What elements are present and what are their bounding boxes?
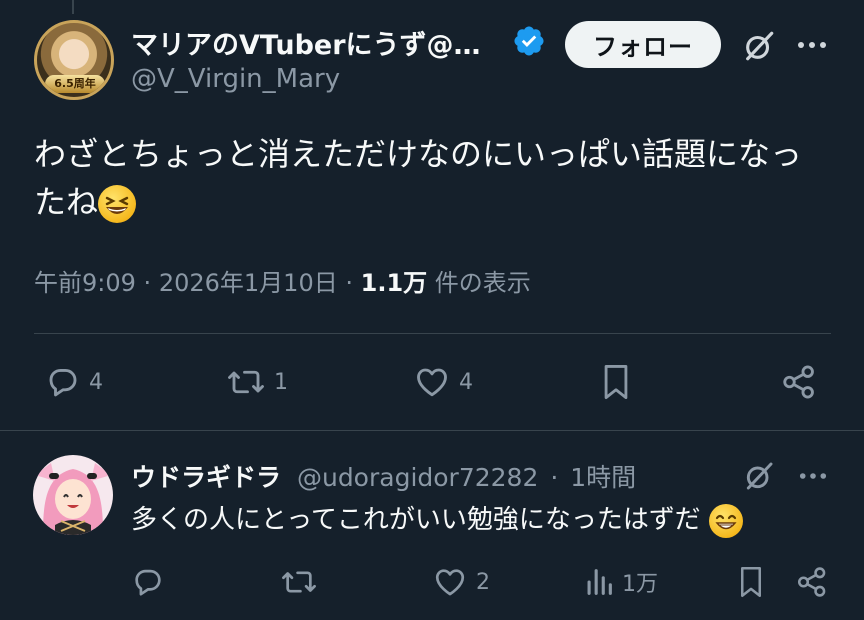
- grok-icon[interactable]: [741, 458, 777, 494]
- like-button[interactable]: 4: [413, 364, 473, 400]
- reply-share-button[interactable]: [795, 563, 829, 601]
- reply-like-count: 2: [476, 569, 490, 595]
- reply-header: ウドラギドラ @udoragidor72282 · 1時間: [131, 458, 636, 494]
- more-options-icon[interactable]: [795, 30, 829, 60]
- heart-icon: [417, 368, 447, 397]
- retweet-button[interactable]: 1: [226, 364, 288, 400]
- grinning-squinting-face-icon: [98, 185, 137, 223]
- reply-button[interactable]: 4: [45, 364, 103, 400]
- grok-glyph-icon: [746, 31, 774, 61]
- author-avatar[interactable]: 6.5周年: [34, 20, 114, 100]
- bookmark-button[interactable]: [599, 362, 633, 402]
- like-count: 4: [459, 369, 473, 395]
- meta-separator: ·: [143, 269, 152, 297]
- tweet-meta: 午前9:09 · 2026年1月10日 · 1.1万 件の表示: [34, 263, 531, 298]
- avatar-anniversary-badge: 6.5周年: [45, 75, 105, 93]
- reply-text-content: 多くの人にとってこれがいい勉強になったはずだ: [131, 505, 701, 535]
- reply-views-button[interactable]: 1万: [584, 565, 658, 599]
- tweet-time[interactable]: 午前9:09: [34, 269, 136, 297]
- reply-author-name[interactable]: ウドラギドラ: [131, 463, 281, 492]
- reply-icon: [135, 569, 161, 596]
- meta-separator: ·: [550, 463, 559, 492]
- author-handle[interactable]: @V_Virgin_Mary: [131, 64, 340, 94]
- views-count: 1.1万: [360, 269, 428, 297]
- reply-bookmark-button[interactable]: [736, 563, 766, 601]
- heart-icon: [435, 569, 465, 596]
- reply-retweet-button[interactable]: [280, 565, 326, 599]
- reply-like-button[interactable]: 2: [432, 565, 490, 599]
- share-icon: [797, 567, 826, 597]
- share-button[interactable]: [780, 362, 818, 402]
- bookmark-icon: [741, 567, 761, 597]
- follow-button[interactable]: フォロー: [565, 21, 721, 68]
- meta-separator: ·: [345, 269, 353, 297]
- share-icon: [783, 365, 814, 399]
- reply-author-avatar[interactable]: [33, 455, 113, 535]
- more-options-icon[interactable]: [797, 464, 829, 488]
- retweet-icon: [282, 571, 316, 593]
- tweet-date[interactable]: 2026年1月10日: [159, 269, 338, 297]
- retweet-count: 1: [274, 369, 288, 395]
- analytics-icon: [587, 569, 612, 595]
- grok-glyph-icon: [746, 462, 773, 490]
- reply-author-handle[interactable]: @udoragidor72282: [297, 463, 538, 492]
- reply-reply-button[interactable]: [131, 565, 173, 599]
- tweet-text-content: わざとちょっと消えただけなのにいっぱい話題になったね: [34, 135, 803, 221]
- reply-time[interactable]: 1時間: [570, 463, 636, 492]
- thread-line: [72, 0, 74, 14]
- reply-text: 多くの人にとってこれがいい勉強になったはずだ: [131, 499, 743, 538]
- beaming-face-icon: [708, 503, 743, 538]
- author-name[interactable]: マリアのVTuberにうず@…: [131, 23, 487, 62]
- divider: [34, 333, 831, 334]
- bookmark-icon: [604, 365, 628, 400]
- grok-icon[interactable]: [739, 26, 779, 66]
- divider: [0, 430, 864, 431]
- retweet-icon: [228, 370, 264, 394]
- reply-views-count: 1万: [622, 572, 658, 597]
- verified-badge-icon: [514, 26, 544, 56]
- tweet-text: わざとちょっと消えただけなのにいっぱい話題になったね: [34, 130, 824, 226]
- reply-icon: [49, 369, 77, 397]
- views-label: 件の表示: [434, 269, 531, 297]
- reply-count: 4: [89, 369, 103, 395]
